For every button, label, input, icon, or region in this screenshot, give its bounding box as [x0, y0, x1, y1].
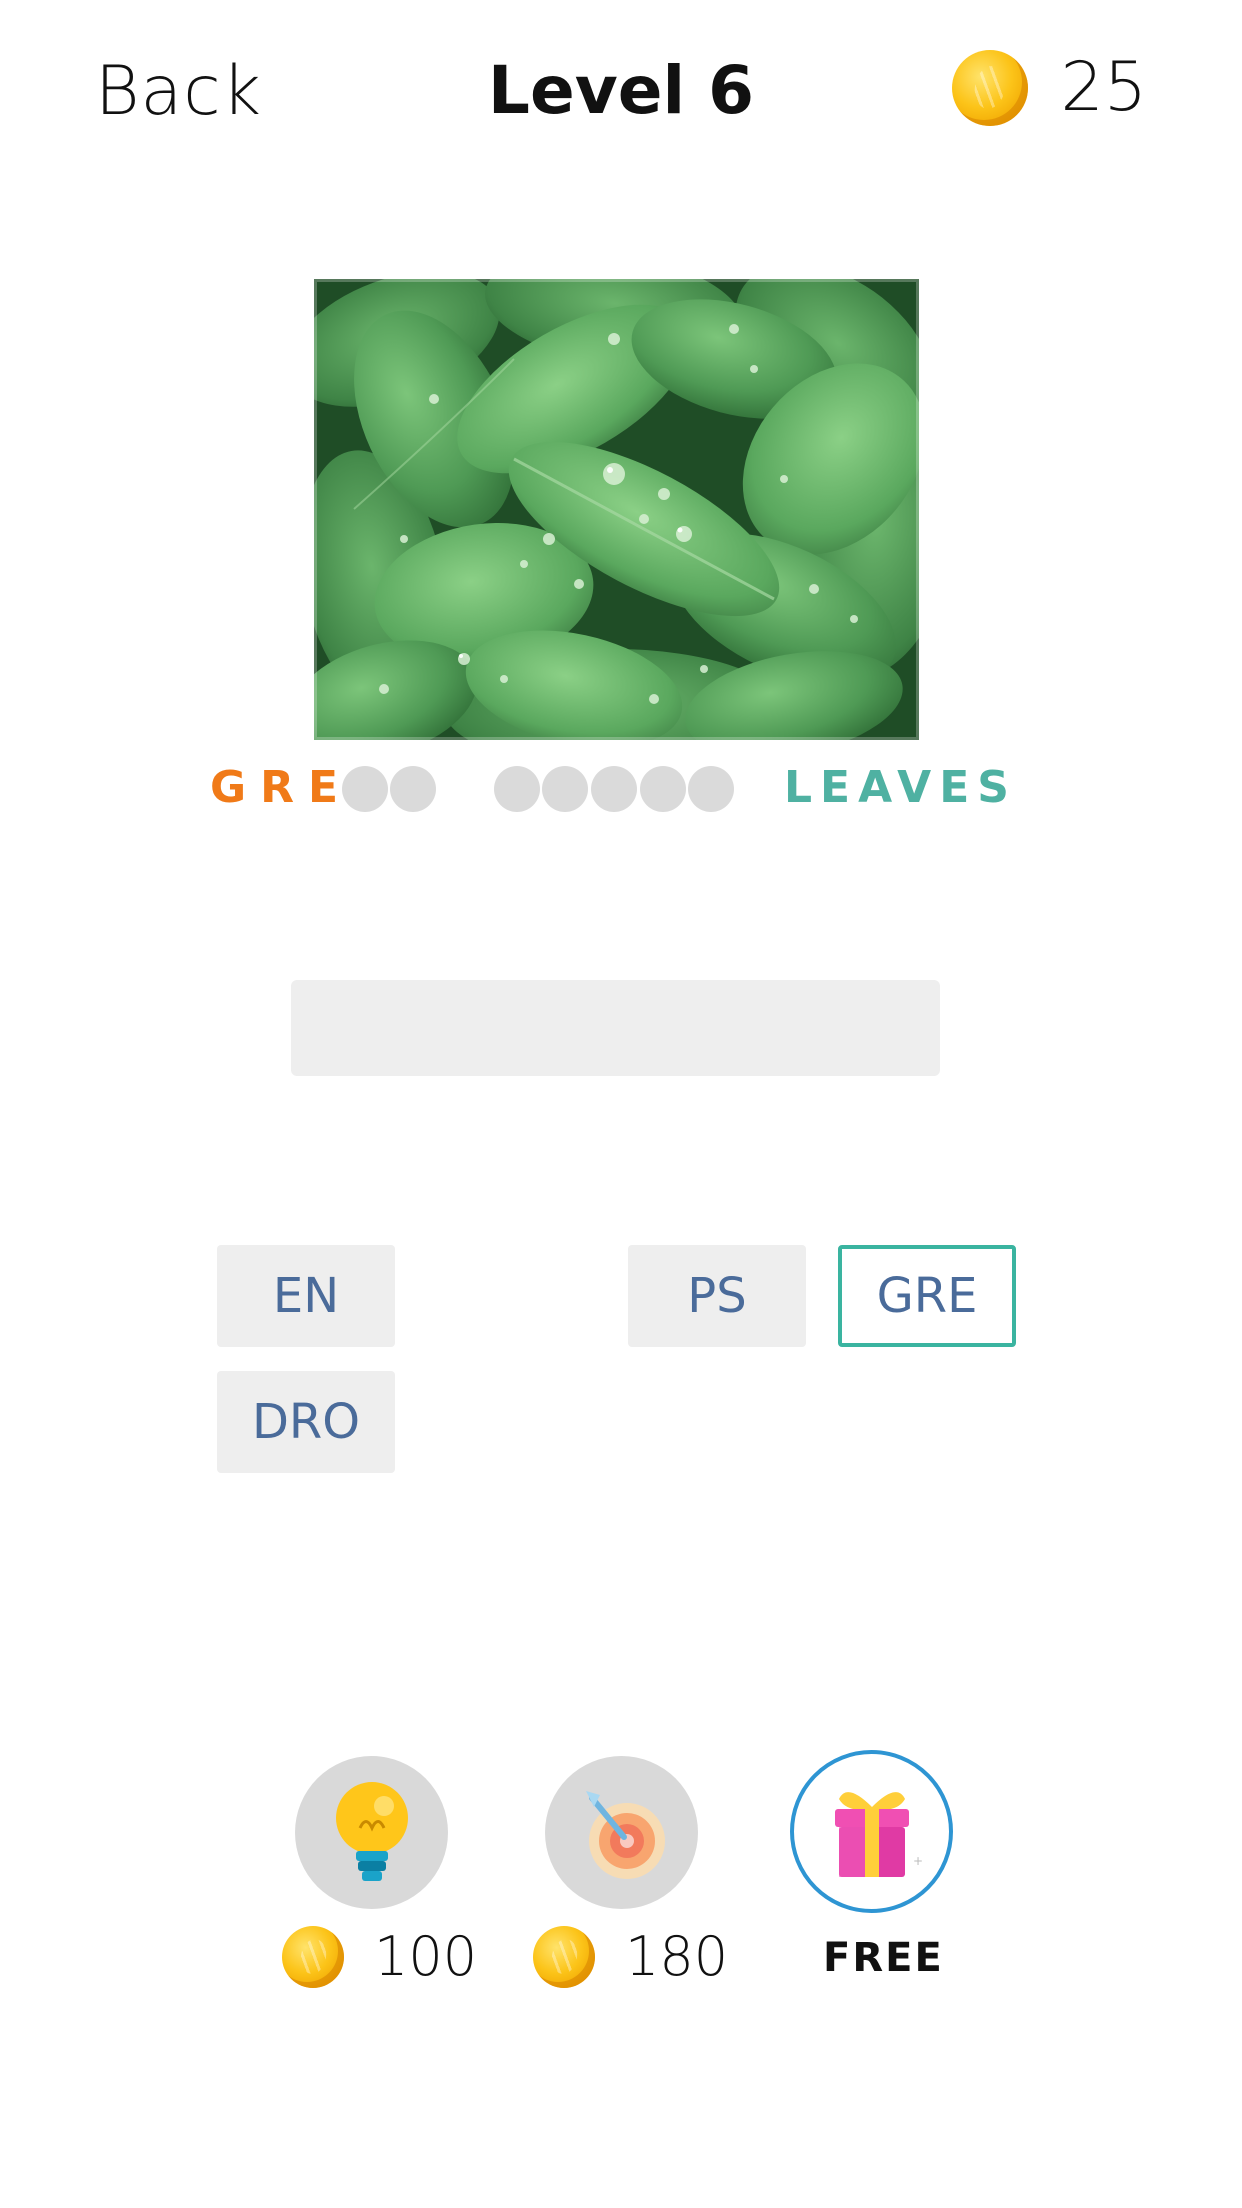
hint-cost-amount: 100 [374, 1925, 478, 1988]
letter-slot [640, 766, 686, 812]
coin-balance[interactable]: 25 [952, 48, 1147, 127]
tile-gre[interactable]: GRE [838, 1245, 1016, 1347]
tile-en[interactable]: EN [217, 1245, 395, 1347]
coin-icon [282, 1925, 344, 1988]
letter-slot [390, 766, 436, 812]
coin-icon [533, 1925, 595, 1988]
letter-slot [591, 766, 637, 812]
svg-text:+: + [913, 1854, 923, 1868]
leaves-photo [314, 279, 919, 740]
coin-icon [952, 49, 1029, 126]
tile-dro[interactable]: DRO [217, 1371, 395, 1473]
clue-letters: GRE [210, 762, 353, 813]
target-icon [585, 1790, 665, 1879]
coin-count: 25 [1060, 48, 1147, 127]
letter-slot [342, 766, 388, 812]
answer-input[interactable] [291, 980, 940, 1076]
letter-slot [494, 766, 540, 812]
reveal-cost-amount: 180 [625, 1925, 729, 1988]
free-label: FREE [823, 1935, 944, 1981]
gift-icon: + [834, 1791, 923, 1877]
reveal-button[interactable] [545, 1756, 698, 1909]
letter-slot [688, 766, 734, 812]
hint-button[interactable] [295, 1756, 448, 1909]
hint-cost: 100 [282, 1925, 477, 1988]
puzzle-image [314, 279, 919, 740]
lightbulb-icon [335, 1781, 408, 1881]
tile-ps[interactable]: PS [628, 1245, 806, 1347]
reveal-cost: 180 [533, 1925, 728, 1988]
answer-row: GRE LEAVES [210, 760, 1009, 820]
top-bar: Back Level 6 25 [0, 0, 1242, 190]
letter-slot [542, 766, 588, 812]
solved-word: LEAVES [784, 762, 1017, 813]
free-gift-button[interactable]: + [790, 1750, 953, 1913]
